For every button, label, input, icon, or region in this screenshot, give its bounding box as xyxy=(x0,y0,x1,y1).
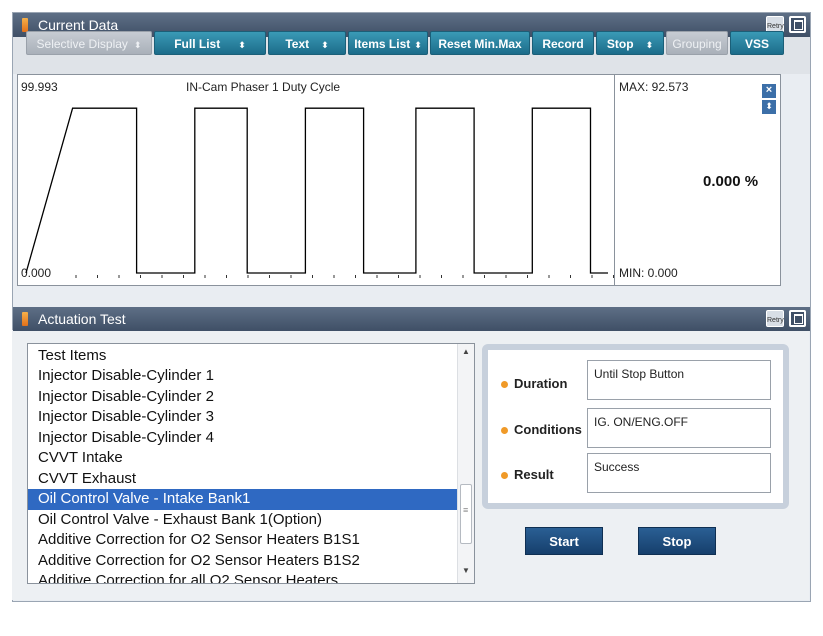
updown-arrow-icon: ⬍ xyxy=(133,40,142,50)
conditions-label: Conditions xyxy=(514,422,582,437)
text-button[interactable]: Text ⬍ xyxy=(268,31,346,55)
full-list-button[interactable]: Full List ⬍ xyxy=(154,31,266,55)
list-item[interactable]: Injector Disable-Cylinder 1 xyxy=(28,366,474,387)
duration-value: Until Stop Button xyxy=(587,360,771,400)
close-icon[interactable]: × xyxy=(762,84,776,98)
maximize-icon[interactable] xyxy=(789,310,806,327)
list-item[interactable]: Injector Disable-Cylinder 4 xyxy=(28,428,474,449)
vss-label: VSS xyxy=(744,37,769,51)
list-header: Test Items xyxy=(38,347,107,364)
list-item[interactable]: CVVT Exhaust xyxy=(28,469,474,490)
items-list-button[interactable]: Items List ⬍ xyxy=(348,31,428,55)
bullet-icon xyxy=(501,427,508,434)
list-item[interactable]: Injector Disable-Cylinder 3 xyxy=(28,407,474,428)
stop-dropdown-button[interactable]: Stop ⬍ xyxy=(596,31,664,55)
duty-cycle-chart xyxy=(25,107,614,278)
duty-cycle-line xyxy=(25,107,608,274)
updown-arrow-icon: ⬍ xyxy=(645,40,654,50)
current-value: 0.000 % xyxy=(703,173,759,190)
reset-min-max-label: Reset Min.Max xyxy=(438,37,522,51)
conditions-value: IG. ON/ENG.OFF xyxy=(587,408,771,448)
updown-arrow-icon: ⬍ xyxy=(414,40,422,50)
actuation-title: Actuation Test xyxy=(38,311,126,327)
start-button[interactable]: Start xyxy=(525,527,603,555)
test-info-box: Duration Until Stop Button Conditions IG… xyxy=(482,344,789,509)
list-item[interactable]: Additive Correction for O2 Sensor Heater… xyxy=(28,530,474,551)
list-item[interactable]: Additive Correction for O2 Sensor Heater… xyxy=(28,551,474,572)
vss-button[interactable]: VSS xyxy=(730,31,784,55)
panel-marker-icon xyxy=(22,18,28,32)
updown-icon[interactable]: ⬍ xyxy=(762,100,776,114)
maximize-icon[interactable] xyxy=(789,16,806,33)
text-label: Text xyxy=(285,37,310,51)
selective-display-label: Selective Display xyxy=(36,37,128,51)
reset-min-max-button[interactable]: Reset Min.Max xyxy=(430,31,530,55)
items-list-label: Items List xyxy=(354,37,411,51)
list-item[interactable]: Oil Control Valve - Exhaust Bank 1(Optio… xyxy=(28,510,474,531)
stop-dropdown-label: Stop xyxy=(606,37,634,51)
stop-button[interactable]: Stop xyxy=(638,527,716,555)
graph-side-panel: MAX: 92.573 × ⬍ 0.000 % MIN: 0.000 xyxy=(615,74,781,286)
list-item[interactable]: CVVT Intake xyxy=(28,448,474,469)
list-item[interactable]: Injector Disable-Cylinder 2 xyxy=(28,387,474,408)
result-value: Success xyxy=(587,453,771,493)
grouping-label: Grouping xyxy=(672,37,722,51)
full-list-label: Full List xyxy=(174,37,221,51)
bottom-bar xyxy=(12,603,811,636)
bullet-icon xyxy=(501,472,508,479)
graph-area: 99.993 IN-Cam Phaser 1 Duty Cycle 0.000 xyxy=(17,74,615,286)
panel-marker-icon xyxy=(22,312,28,326)
duration-label: Duration xyxy=(514,376,568,391)
updown-arrow-icon: ⬍ xyxy=(321,40,329,50)
scroll-thumb[interactable] xyxy=(460,484,472,544)
actuation-titlebar: Actuation Test Retry xyxy=(13,307,810,331)
result-label: Result xyxy=(514,467,554,482)
selective-display-button[interactable]: Selective Display ⬍ xyxy=(26,31,152,55)
record-button[interactable]: Record xyxy=(532,31,594,55)
scroll-up-icon[interactable]: ▲ xyxy=(458,347,474,361)
updown-arrow-icon: ⬍ xyxy=(238,40,246,50)
max-value: MAX: 92.573 xyxy=(619,80,689,94)
grouping-button[interactable]: Grouping xyxy=(666,31,728,55)
test-items-list: Test Items Injector Disable-Cylinder 1 In… xyxy=(27,343,475,584)
list-scrollbar[interactable]: ▲ ▼ xyxy=(457,344,474,583)
scroll-down-icon[interactable]: ▼ xyxy=(458,566,474,580)
retry-icon[interactable]: Retry xyxy=(766,310,784,327)
bullet-icon xyxy=(501,381,508,388)
list-item[interactable]: Oil Control Valve - Intake Bank1 xyxy=(28,489,474,510)
list-rows: Injector Disable-Cylinder 1 Injector Disa… xyxy=(28,366,474,583)
list-item[interactable]: Additive Correction for all O2 Sensor He… xyxy=(28,571,474,583)
min-value: MIN: 0.000 xyxy=(619,266,678,280)
record-label: Record xyxy=(542,37,584,51)
